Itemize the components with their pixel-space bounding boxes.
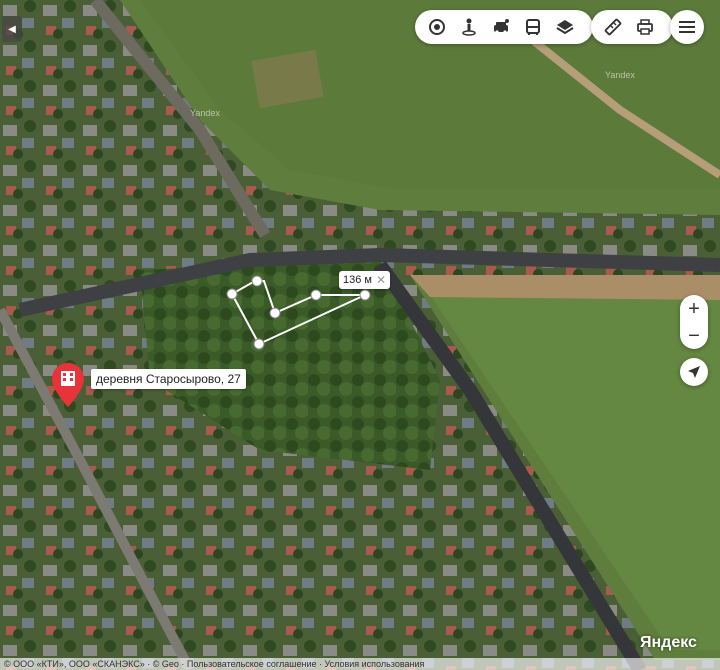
satellite-map[interactable] [0,0,720,670]
back-button[interactable]: ◀ [2,16,22,42]
ruler-vertex[interactable] [253,338,265,350]
menu-icon [679,21,695,33]
streetview-icon[interactable] [453,10,485,44]
tools-toolbar [591,10,673,44]
place-pin[interactable] [51,362,85,408]
panorama-icon[interactable] [421,10,453,44]
ruler-distance: 136 м [343,274,372,286]
watermark: Yandex [605,70,635,80]
zoom-in-button[interactable]: + [680,295,708,322]
ruler-vertex[interactable] [226,288,238,300]
ruler-vertex[interactable] [359,289,371,301]
traffic-icon[interactable] [485,10,517,44]
layers-icon[interactable] [549,10,581,44]
geolocation-button[interactable] [680,358,708,386]
ruler-icon[interactable] [597,10,629,44]
close-icon[interactable]: ✕ [376,273,386,287]
transit-icon[interactable] [517,10,549,44]
ruler-vertex[interactable] [269,307,281,319]
building-icon [61,371,75,386]
watermark: Yandex [190,108,220,118]
zoom-out-button[interactable]: − [680,322,708,349]
print-icon[interactable] [629,10,661,44]
ruler-vertex[interactable] [251,275,263,287]
place-label[interactable]: деревня Старосырово, 27 [91,369,246,389]
zoom-control: + − [680,295,708,349]
location-arrow-icon [688,366,700,378]
menu-button[interactable] [670,10,704,44]
ruler-distance-label: 136 м ✕ [339,271,391,289]
copyright-bar[interactable]: © ООО «КТИ», ООО «СКАНЭКС» · © Geo · Пол… [0,658,720,670]
yandex-logo: Яндекс [640,634,697,651]
layers-toolbar [415,10,593,44]
ruler-vertex[interactable] [310,289,322,301]
